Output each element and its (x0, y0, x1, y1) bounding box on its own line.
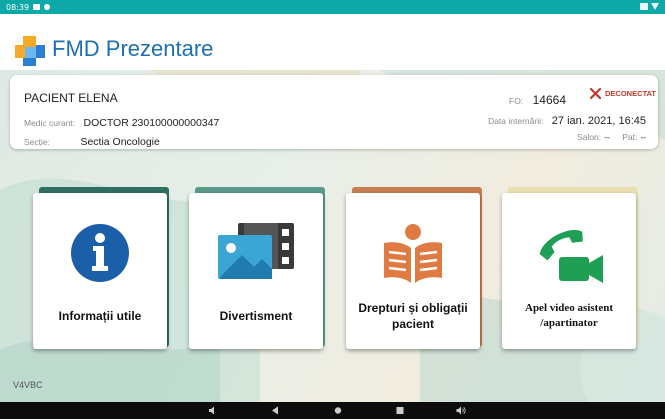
recent-apps-icon[interactable] (395, 406, 405, 415)
fo-value: 14664 (532, 93, 566, 107)
home-icon[interactable] (333, 406, 343, 415)
admission-date-field: Data internării: 27 ian. 2021, 16:45 (488, 111, 646, 129)
tile-video-call-label: Apel video asistent /apartinator (525, 302, 613, 329)
battery-icon (640, 3, 648, 10)
section-row: Secție: Sectia Oncologie (24, 132, 160, 150)
video-call-icon (502, 221, 636, 285)
navigation-bar (0, 402, 665, 419)
patient-name: PACIENT ELENA (24, 91, 118, 105)
tile-media-label: Divertisment (219, 308, 293, 323)
back-icon[interactable] (270, 406, 280, 415)
bed-value: -- (640, 132, 646, 142)
admission-value: 27 ian. 2021, 16:45 (551, 115, 646, 127)
disconnected-icon (590, 88, 601, 99)
info-icon (33, 221, 167, 285)
room-value: -- (604, 132, 610, 142)
tile-info-wrap: Informații utile (33, 187, 171, 351)
fo-label: FO: (509, 96, 524, 106)
tile-video-call[interactable]: Apel video asistent /apartinator (502, 193, 636, 349)
volume-up-icon[interactable] (456, 406, 466, 415)
tile-media-wrap: Divertisment (189, 187, 327, 351)
volume-down-icon[interactable] (208, 406, 218, 415)
reading-book-icon (346, 221, 480, 285)
notification-icon (33, 4, 41, 10)
status-time: 08:39 (6, 2, 30, 12)
wifi-icon (651, 3, 659, 10)
status-right-icons (640, 3, 659, 10)
patient-card: PACIENT ELENA Medic curant: DOCTOR 23010… (10, 75, 658, 149)
app-bar: FMD Prezentare (0, 14, 665, 70)
sync-icon (44, 4, 51, 10)
fo-field: FO: 14664 (509, 91, 566, 109)
tile-rights-label: Drepturi și obligații pacient (358, 300, 468, 331)
tile-rights[interactable]: Drepturi și obligații pacient (346, 193, 480, 349)
disconnect-label: DECONECTAT (605, 89, 656, 98)
doctor-label: Medic curant: (24, 118, 76, 128)
app-title: FMD Prezentare (52, 36, 214, 61)
admission-label: Data internării: (488, 116, 544, 126)
section-label: Secție: (24, 137, 50, 147)
tile-video-call-wrap: Apel video asistent /apartinator (502, 187, 640, 351)
bed-label: Pat: (622, 132, 638, 142)
doctor-row: Medic curant: DOCTOR 230100000000347 (24, 113, 219, 131)
app-logo (15, 36, 45, 66)
room-label: Salon: (577, 132, 602, 142)
room-bed-field: Salon: -- Pat: -- (577, 132, 646, 142)
section-value: Sectia Oncologie (80, 136, 160, 148)
disconnect-button[interactable]: DECONECTAT (590, 88, 656, 99)
media-icon (189, 221, 323, 285)
status-bar: 08:39 (0, 0, 665, 14)
tile-info[interactable]: Informații utile (33, 193, 167, 349)
tile-rights-wrap: Drepturi și obligații pacient (346, 187, 484, 351)
app-version: V4VBC (13, 380, 43, 390)
tile-info-label: Informații utile (58, 308, 142, 323)
doctor-value: DOCTOR 230100000000347 (83, 117, 220, 129)
tile-media[interactable]: Divertisment (189, 193, 323, 349)
